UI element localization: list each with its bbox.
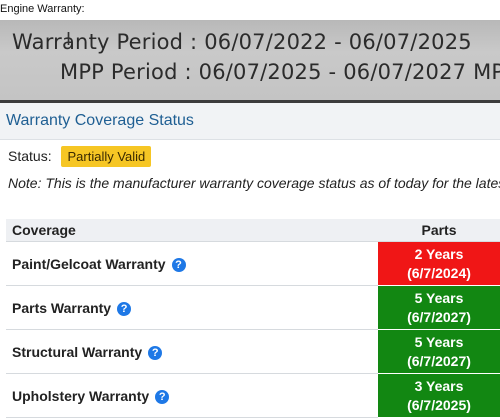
section-title: Warranty Coverage Status [6,112,194,129]
coverage-name: Paint/Gelcoat Warranty [12,255,166,272]
table-header-row: Coverage Parts [6,219,500,242]
parts-years: 2 Years [414,245,464,262]
parts-years: 5 Years [414,333,464,350]
section-header: Warranty Coverage Status [0,103,500,140]
coverage-cell: Upholstery Warranty? [6,373,378,418]
coverage-name: Parts Warranty [12,299,112,316]
parts-status-cell: 5 Years (6/7/2027) [378,285,500,330]
parts-years: 3 Years [414,377,464,394]
help-icon[interactable]: ? [155,389,170,404]
parts-column-header: Parts [378,219,500,242]
parts-status-cell: 5 Years (6/7/2027) [378,329,500,374]
help-icon[interactable]: ? [171,257,186,272]
text-cursor-icon: I [66,29,72,49]
table-row: Paint/Gelcoat Warranty? 2 Years (6/7/202… [6,241,500,286]
parts-date: (6/7/2027) [407,308,471,325]
engine-warranty-label: Engine Warranty: [0,3,85,15]
coverage-column-header: Coverage [6,219,378,242]
table-row: Structural Warranty? 5 Years (6/7/2027) [6,329,500,374]
coverage-table: Coverage Parts Paint/Gelcoat Warranty? 2… [6,219,500,418]
parts-date: (6/7/2024) [407,264,471,281]
mpp-period-text: MPP Period : 06/07/2025 - 06/07/2027 MPP… [60,60,500,84]
parts-date: (6/7/2027) [407,352,471,369]
parts-status-cell: 2 Years (6/7/2024) [378,241,500,286]
status-badge: Partially Valid [61,146,152,167]
parts-years: 5 Years [414,289,464,306]
warranty-scan-image: Warranty Period : 06/07/2022 - 06/07/202… [0,20,500,100]
coverage-cell: Structural Warranty? [6,329,378,374]
coverage-note: Note: This is the manufacturer warranty … [8,175,500,191]
parts-status-cell: 3 Years (6/7/2025) [378,373,500,418]
warranty-period-text: Warranty Period : 06/07/2022 - 06/07/202… [12,30,472,54]
coverage-cell: Parts Warranty? [6,285,378,330]
coverage-name: Upholstery Warranty [12,387,150,404]
help-icon[interactable]: ? [148,345,163,360]
coverage-cell: Paint/Gelcoat Warranty? [6,241,378,286]
table-row: Parts Warranty? 5 Years (6/7/2027) [6,285,500,330]
coverage-name: Structural Warranty [12,343,143,360]
table-row: Upholstery Warranty? 3 Years (6/7/2025) [6,373,500,418]
parts-date: (6/7/2025) [407,396,471,413]
status-label: Status: [8,148,52,164]
help-icon[interactable]: ? [117,301,132,316]
status-row: Status: Partially Valid [8,146,152,167]
